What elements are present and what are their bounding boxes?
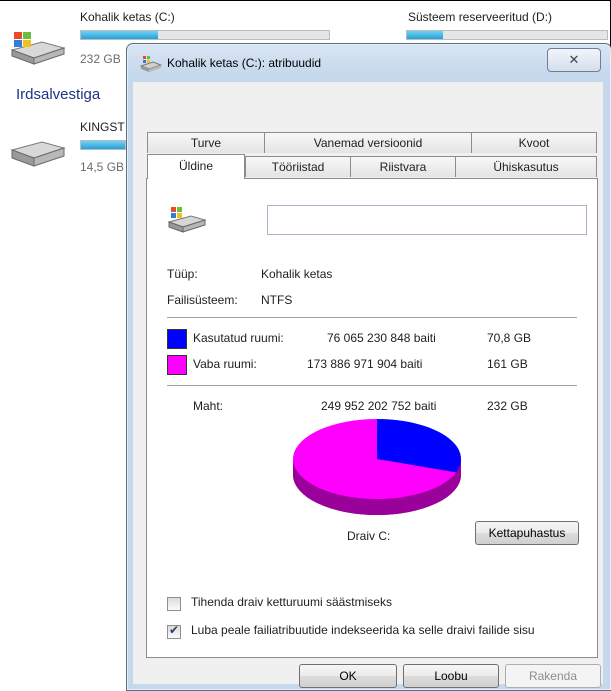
index-label: Luba peale failiatribuutide indekseerida… [191,623,535,637]
used-space-bytes: 76 065 230 848 baiti [327,331,436,345]
dialog-title: Kohalik ketas (C:): atribuudid [167,56,322,70]
close-icon: ✕ [568,52,580,67]
drive-name: Kohalik ketas (C:) [80,10,175,24]
filesystem-value: NTFS [261,293,293,307]
compress-label: Tihenda draiv ketturuumi säästmiseks [191,595,392,609]
index-checkbox[interactable]: ✔ [167,623,181,639]
free-space-swatch [167,355,187,375]
drive-size: 14,5 GB [80,160,125,174]
drive-caption: Draiv C: [347,529,391,543]
tab-tools[interactable]: Tööriistad [245,156,351,177]
drive-name: Süsteem reserveeritud (D:) [408,10,553,24]
drive-windows-icon [140,56,162,72]
drive-icon [10,141,66,167]
title-bar[interactable]: Kohalik ketas (C:): atribuudid ✕ [127,44,611,82]
tab-hardware[interactable]: Riistvara [350,156,456,177]
window-top-border [0,0,611,1]
drive-usage-bar [80,140,126,150]
drive-usage-bar [406,30,608,40]
capacity-label: Maht: [193,399,224,413]
type-label: Tüüp: [167,267,198,281]
type-value: Kohalik ketas [261,267,333,281]
tab-quota[interactable]: Kvoot [471,132,597,153]
used-space-label: Kasutatud ruumi: [193,331,284,345]
tab-security[interactable]: Turve [147,132,265,153]
disk-usage-pie [293,419,461,515]
filesystem-label: Failisüsteem: [167,293,238,307]
drive-windows-icon [10,32,66,65]
compress-checkbox[interactable] [167,597,181,611]
checkmark-icon: ✔ [169,623,180,637]
separator [167,385,577,386]
free-space-size: 161 GB [487,357,528,371]
disk-cleanup-button[interactable]: Kettapuhastus [475,521,579,545]
used-space-swatch [167,329,187,349]
group-heading-removable: Irdsalvestiga [16,86,101,103]
drive-windows-icon [167,207,207,233]
properties-dialog: Kohalik ketas (C:): atribuudid ✕ Turve V… [126,43,611,691]
drive-name: KINGST [80,120,125,134]
close-button[interactable]: ✕ [547,48,601,72]
drive-size: 232 GB [80,52,121,66]
cancel-button[interactable]: Loobu [403,664,499,688]
tab-previous-versions[interactable]: Vanemad versioonid [264,132,472,153]
used-space-size: 70,8 GB [487,331,532,345]
drive-usage-bar [80,30,330,40]
free-space-bytes: 173 886 971 904 baiti [307,357,423,371]
tab-general[interactable]: Üldine [147,154,245,179]
capacity-size: 232 GB [487,399,528,413]
ok-button[interactable]: OK [299,664,397,688]
capacity-bytes: 249 952 202 752 baiti [321,399,437,413]
tab-sharing[interactable]: Ühiskasutus [455,156,597,177]
dialog-body: Turve Vanemad versioonid Kvoot Üldine Tö… [133,82,603,688]
drive-label-input[interactable] [267,205,587,235]
general-tab-panel: Tüüp: Kohalik ketas Failisüsteem: NTFS K… [146,178,598,658]
apply-button[interactable]: Rakenda [505,664,601,688]
free-space-label: Vaba ruumi: [193,357,257,371]
separator [167,317,577,318]
